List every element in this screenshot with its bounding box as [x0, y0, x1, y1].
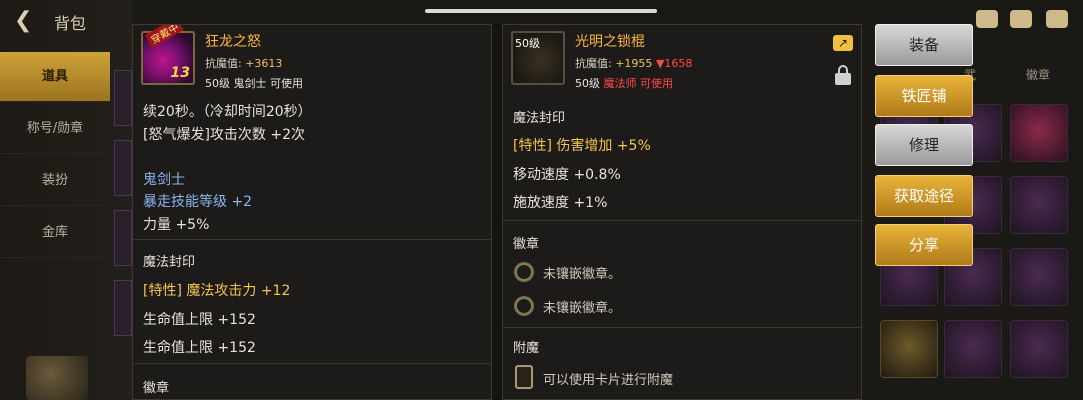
divider	[133, 363, 491, 364]
item-requirement: 50级 魔法师 可使用	[575, 75, 673, 91]
req-class: 魔法师 可使用	[603, 77, 674, 90]
inventory-slot[interactable]	[944, 320, 1002, 378]
enhance-level: 13	[170, 65, 190, 81]
emblem-status: 未镶嵌徽章。	[543, 267, 622, 282]
effect-line: [怒气爆发]攻击次数 +2次	[143, 127, 306, 143]
empty-emblem-socket-icon	[515, 263, 533, 281]
emblem-section-title: 徽章	[513, 237, 540, 252]
enchant-section-title: 附魔	[513, 341, 540, 356]
resist-diff: ▼1658	[655, 57, 693, 70]
inventory-sidebar: ❮ 背包 道具 称号/勋章 装扮 金库	[0, 0, 132, 400]
level-badge: 50级	[515, 37, 540, 50]
item-requirement: 50级 鬼剑士 可使用	[205, 77, 303, 90]
empty-emblem-socket-icon	[515, 297, 533, 315]
emblem-section-title: 徽章	[143, 381, 170, 396]
back-arrow-icon[interactable]: ❮	[14, 6, 48, 36]
seal-line: [特性] 魔法攻击力 +12	[143, 283, 291, 299]
inventory-slot[interactable]	[114, 70, 132, 126]
resist-stat: 抗魔值: +3613	[205, 55, 282, 71]
acquire-source-button[interactable]: 获取途径	[875, 175, 973, 217]
inventory-slot[interactable]	[1010, 104, 1068, 162]
tab-titles-medals[interactable]: 称号/勋章	[0, 104, 110, 154]
card-slot-icon	[515, 365, 533, 389]
class-label: 鬼剑士	[143, 172, 185, 188]
seal-line: 移动速度 +0.8%	[513, 167, 621, 183]
seal-section-title: 魔法封印	[143, 255, 196, 270]
inventory-slot[interactable]	[880, 320, 938, 378]
resist-value: +1955	[615, 57, 653, 70]
item-header: 50级 光明之锁棍 抗魔值: +1955 ▼1658 50级 魔法师 可使用 ↗	[503, 25, 861, 93]
inventory-slot[interactable]	[1010, 176, 1068, 234]
equip-button[interactable]: 装备	[875, 24, 973, 66]
inventory-slot[interactable]	[114, 140, 132, 196]
chat-icon[interactable]	[1046, 10, 1068, 28]
resist-label: 抗魔值:	[205, 57, 242, 70]
bag-icon[interactable]	[976, 10, 998, 28]
seal-line: 施放速度 +1%	[513, 195, 608, 211]
strength-bonus: 力量 +5%	[143, 217, 210, 233]
repair-button[interactable]: 修理	[875, 124, 973, 166]
inventory-title: 背包	[54, 14, 87, 33]
character-portrait	[26, 356, 88, 400]
enchant-hint: 可以使用卡片进行附魔	[543, 373, 674, 388]
staff-icon: 50级	[511, 31, 565, 85]
emblem-status: 未镶嵌徽章。	[543, 301, 622, 316]
tab-vault[interactable]: 金库	[0, 208, 110, 258]
divider	[133, 239, 491, 240]
equipped-stamp: 穿戴中	[145, 25, 184, 48]
divider	[503, 327, 861, 328]
grid-header-label: 徽章	[1026, 68, 1051, 82]
lock-icon[interactable]	[835, 65, 851, 85]
home-indicator	[425, 9, 657, 13]
tab-items[interactable]: 道具	[0, 52, 110, 102]
sword-icon: 穿戴中 13	[141, 25, 195, 85]
inventory-slot[interactable]	[114, 210, 132, 266]
share-button[interactable]: 分享	[875, 224, 973, 266]
divider	[503, 220, 861, 221]
req-level: 50级	[575, 77, 600, 90]
effect-line: 续20秒。（冷却时间20秒）	[143, 104, 312, 120]
inventory-slot[interactable]	[1010, 248, 1068, 306]
seal-line: 生命值上限 +152	[143, 312, 256, 328]
seal-section-title: 魔法封印	[513, 111, 566, 126]
seal-line: 生命值上限 +152	[143, 340, 256, 356]
resist-label: 抗魔值:	[575, 57, 612, 70]
item-header: 穿戴中 13 狂龙之怒 抗魔值: +3613 50级 鬼剑士 可使用	[133, 25, 491, 93]
blacksmith-button[interactable]: 铁匠铺	[875, 75, 973, 117]
resist-stat: 抗魔值: +1955 ▼1658	[575, 55, 692, 71]
compare-item-tooltip: 50级 光明之锁棍 抗魔值: +1955 ▼1658 50级 魔法师 可使用 ↗…	[502, 24, 862, 400]
inventory-slot[interactable]	[1010, 320, 1068, 378]
resist-value: +3613	[245, 57, 283, 70]
share-icon[interactable]: ↗	[833, 35, 853, 51]
item-name: 光明之锁棍	[575, 34, 645, 50]
equipped-item-tooltip: 穿戴中 13 狂龙之怒 抗魔值: +3613 50级 鬼剑士 可使用 续20秒。…	[132, 24, 492, 400]
inventory-slot[interactable]	[114, 280, 132, 336]
seal-line: [特性] 伤害增加 +5%	[513, 138, 651, 154]
mail-icon[interactable]	[1010, 10, 1032, 28]
item-name: 狂龙之怒	[205, 34, 261, 50]
skill-bonus: 暴走技能等级 +2	[143, 194, 253, 210]
tab-avatar[interactable]: 装扮	[0, 156, 110, 206]
